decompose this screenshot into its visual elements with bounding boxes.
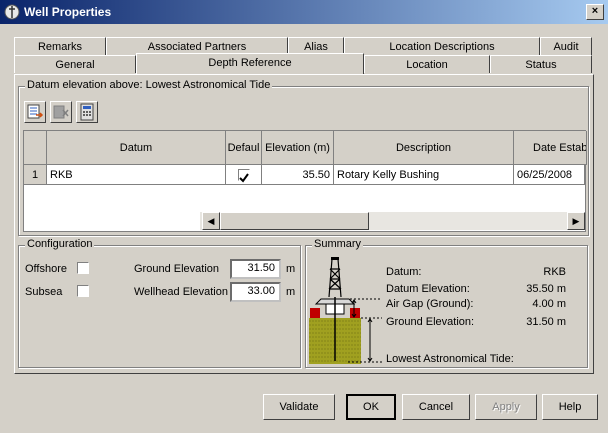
tab-label: Location xyxy=(406,59,448,71)
grid-header-date[interactable]: Date Establishe xyxy=(514,131,587,165)
tab-depth-reference[interactable]: Depth Reference xyxy=(136,53,364,74)
cell-date[interactable]: 06/25/2008 xyxy=(514,165,585,185)
summary-row-datum-elevation: Datum Elevation: 35.50 m xyxy=(386,283,566,295)
title-bar: Well Properties × xyxy=(0,0,608,24)
tab-location[interactable]: Location xyxy=(364,55,490,73)
validate-label: Validate xyxy=(279,401,319,413)
apply-label: Apply xyxy=(492,401,520,413)
grid-header-description[interactable]: Description xyxy=(334,131,514,165)
cell-datum[interactable]: RKB xyxy=(47,165,226,185)
ground-unit: m xyxy=(286,263,296,275)
datum-group-title: Datum elevation above: Lowest Astronomic… xyxy=(25,79,273,91)
horizontal-scrollbar[interactable]: ◀ ▶ xyxy=(200,212,585,230)
cell-elevation[interactable]: 35.50 xyxy=(262,165,334,185)
summary-label: Air Gap (Ground): xyxy=(386,298,474,310)
wellhead-elevation-label: Wellhead Elevation xyxy=(134,286,228,298)
offshore-checkbox[interactable] xyxy=(77,262,89,274)
cell-default[interactable] xyxy=(226,165,262,185)
apply-button[interactable]: Apply xyxy=(475,394,537,420)
tab-label: Alias xyxy=(304,41,328,53)
grid-header-elevation[interactable]: Elevation (m) xyxy=(262,131,334,165)
tab-label: Location Descriptions xyxy=(389,41,495,53)
row-index: 1 xyxy=(24,165,47,185)
wellhead-elevation-input[interactable]: 33.00 xyxy=(230,282,281,302)
tab-status[interactable]: Status xyxy=(490,55,592,73)
calculator-button[interactable] xyxy=(76,101,98,123)
checkmark-icon xyxy=(239,173,249,183)
cell-description[interactable]: Rotary Kelly Bushing xyxy=(334,165,514,185)
summary-value: 31.50 m xyxy=(526,316,566,328)
ok-label: OK xyxy=(363,401,379,413)
subsea-label: Subsea xyxy=(25,286,63,298)
tab-label: Status xyxy=(525,59,557,71)
grid-corner xyxy=(24,131,47,165)
delete-row-button[interactable] xyxy=(50,101,72,123)
summary-label: Datum Elevation: xyxy=(386,283,470,295)
summary-label: Datum: xyxy=(386,266,422,278)
summary-value: 4.00 m xyxy=(532,298,566,310)
scroll-right-icon[interactable]: ▶ xyxy=(567,212,585,230)
well-app-icon xyxy=(4,4,20,20)
ground-elevation-label: Ground Elevation xyxy=(134,263,219,275)
rig-diagram-icon xyxy=(309,257,382,364)
scroll-thumb[interactable] xyxy=(220,212,369,230)
help-button[interactable]: Help xyxy=(542,394,598,420)
tab-label: Associated Partners xyxy=(147,41,247,53)
tab-remarks[interactable]: Remarks xyxy=(14,37,106,55)
offshore-label: Offshore xyxy=(25,263,67,275)
summary-row-air-gap: Air Gap (Ground): 4.00 m xyxy=(386,298,566,310)
tab-general[interactable]: General xyxy=(14,55,136,73)
tab-label: General xyxy=(55,59,95,71)
help-label: Help xyxy=(558,401,582,413)
tab-label: Audit xyxy=(553,41,579,53)
configuration-title: Configuration xyxy=(25,238,95,250)
summary-value: RKB xyxy=(543,266,566,278)
tab-location-descriptions[interactable]: Location Descriptions xyxy=(344,37,540,55)
summary-title: Summary xyxy=(312,238,364,250)
add-row-icon xyxy=(27,104,44,119)
grid-header-datum[interactable]: Datum xyxy=(47,131,226,165)
validate-button[interactable]: Validate xyxy=(263,394,335,420)
ok-button[interactable]: OK xyxy=(346,394,396,420)
tab-label: Depth Reference xyxy=(208,57,292,69)
add-row-button[interactable] xyxy=(24,101,46,123)
ground-elevation-input[interactable]: 31.50 xyxy=(230,259,281,279)
subsea-checkbox[interactable] xyxy=(77,285,89,297)
wellhead-unit: m xyxy=(286,286,296,298)
window-title: Well Properties xyxy=(24,5,112,19)
summary-row-datum: Datum: RKB xyxy=(386,266,566,278)
cancel-label: Cancel xyxy=(418,401,454,413)
summary-row-ground-elevation: Ground Elevation: 31.50 m xyxy=(386,316,566,328)
close-icon[interactable]: × xyxy=(586,4,604,20)
delete-row-icon xyxy=(53,105,69,119)
default-checkbox[interactable] xyxy=(238,169,250,183)
tab-label: Remarks xyxy=(37,41,82,53)
cancel-button[interactable]: Cancel xyxy=(402,394,470,420)
summary-label: Ground Elevation: xyxy=(386,316,475,328)
tab-audit[interactable]: Audit xyxy=(540,37,592,55)
scroll-left-icon[interactable]: ◀ xyxy=(202,212,220,230)
calculator-icon xyxy=(80,103,94,121)
summary-value: 35.50 m xyxy=(526,283,566,295)
grid-header-default[interactable]: Defaul xyxy=(226,131,262,165)
summary-lowest-tide-label: Lowest Astronomical Tide: xyxy=(386,353,514,365)
